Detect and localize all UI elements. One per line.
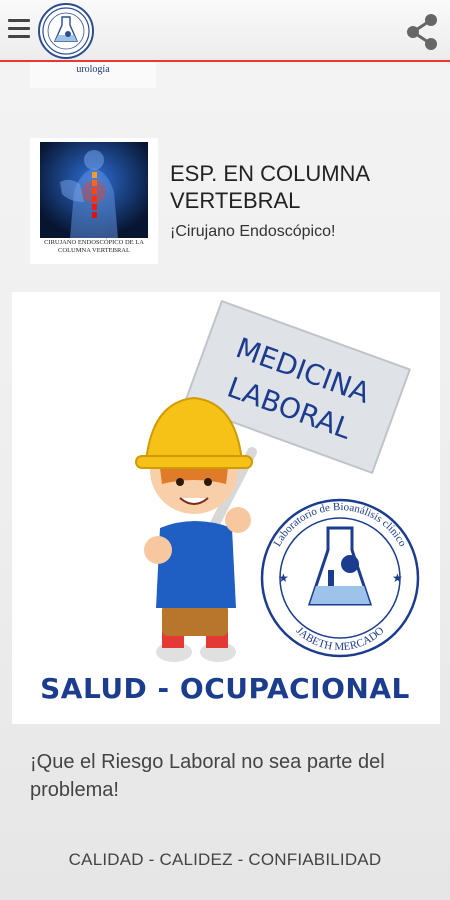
banner-illustration: MEDICINA LABORAL Laboratorio de Bioanáli… [135, 299, 420, 662]
promo-subtitle: ¡Cirujano Endoscópico! [170, 223, 336, 240]
logo-caption-box: urología [30, 62, 156, 88]
promo-card[interactable]: CIRUJANO ENDOSCÓPICO DE LA COLUMNA VERTE… [30, 138, 425, 264]
app-bar [0, 0, 450, 62]
tagline: ¡Que el Riesgo Laboral no sea parte del … [30, 751, 385, 801]
banner-caption: SALUD - OCUPACIONAL [40, 672, 410, 705]
share-icon[interactable] [402, 10, 442, 54]
lab-seal: Laboratorio de Bioanálisis clínico JABET… [260, 498, 420, 658]
svg-text:★: ★ [278, 571, 289, 585]
spine-image [40, 142, 148, 238]
flask-logo-icon [42, 7, 90, 55]
thumbnail-caption: CIRUJANO ENDOSCÓPICO DE LA COLUMNA VERTE… [44, 239, 144, 254]
clinic-logo[interactable] [38, 3, 94, 59]
occupational-health-banner[interactable]: MEDICINA LABORAL Laboratorio de Bioanáli… [12, 292, 440, 724]
promo-thumbnail: CIRUJANO ENDOSCÓPICO DE LA COLUMNA VERTE… [30, 138, 158, 264]
footer-slogan: CALIDAD - CALIDEZ - CONFIABILIDAD [68, 850, 382, 869]
svg-text:★: ★ [392, 571, 403, 585]
logo-caption: urología [76, 64, 110, 75]
cartoon-kid [135, 396, 253, 662]
promo-title: ESP. EN COLUMNA VERTEBRAL [170, 161, 369, 213]
menu-icon[interactable] [6, 14, 32, 44]
